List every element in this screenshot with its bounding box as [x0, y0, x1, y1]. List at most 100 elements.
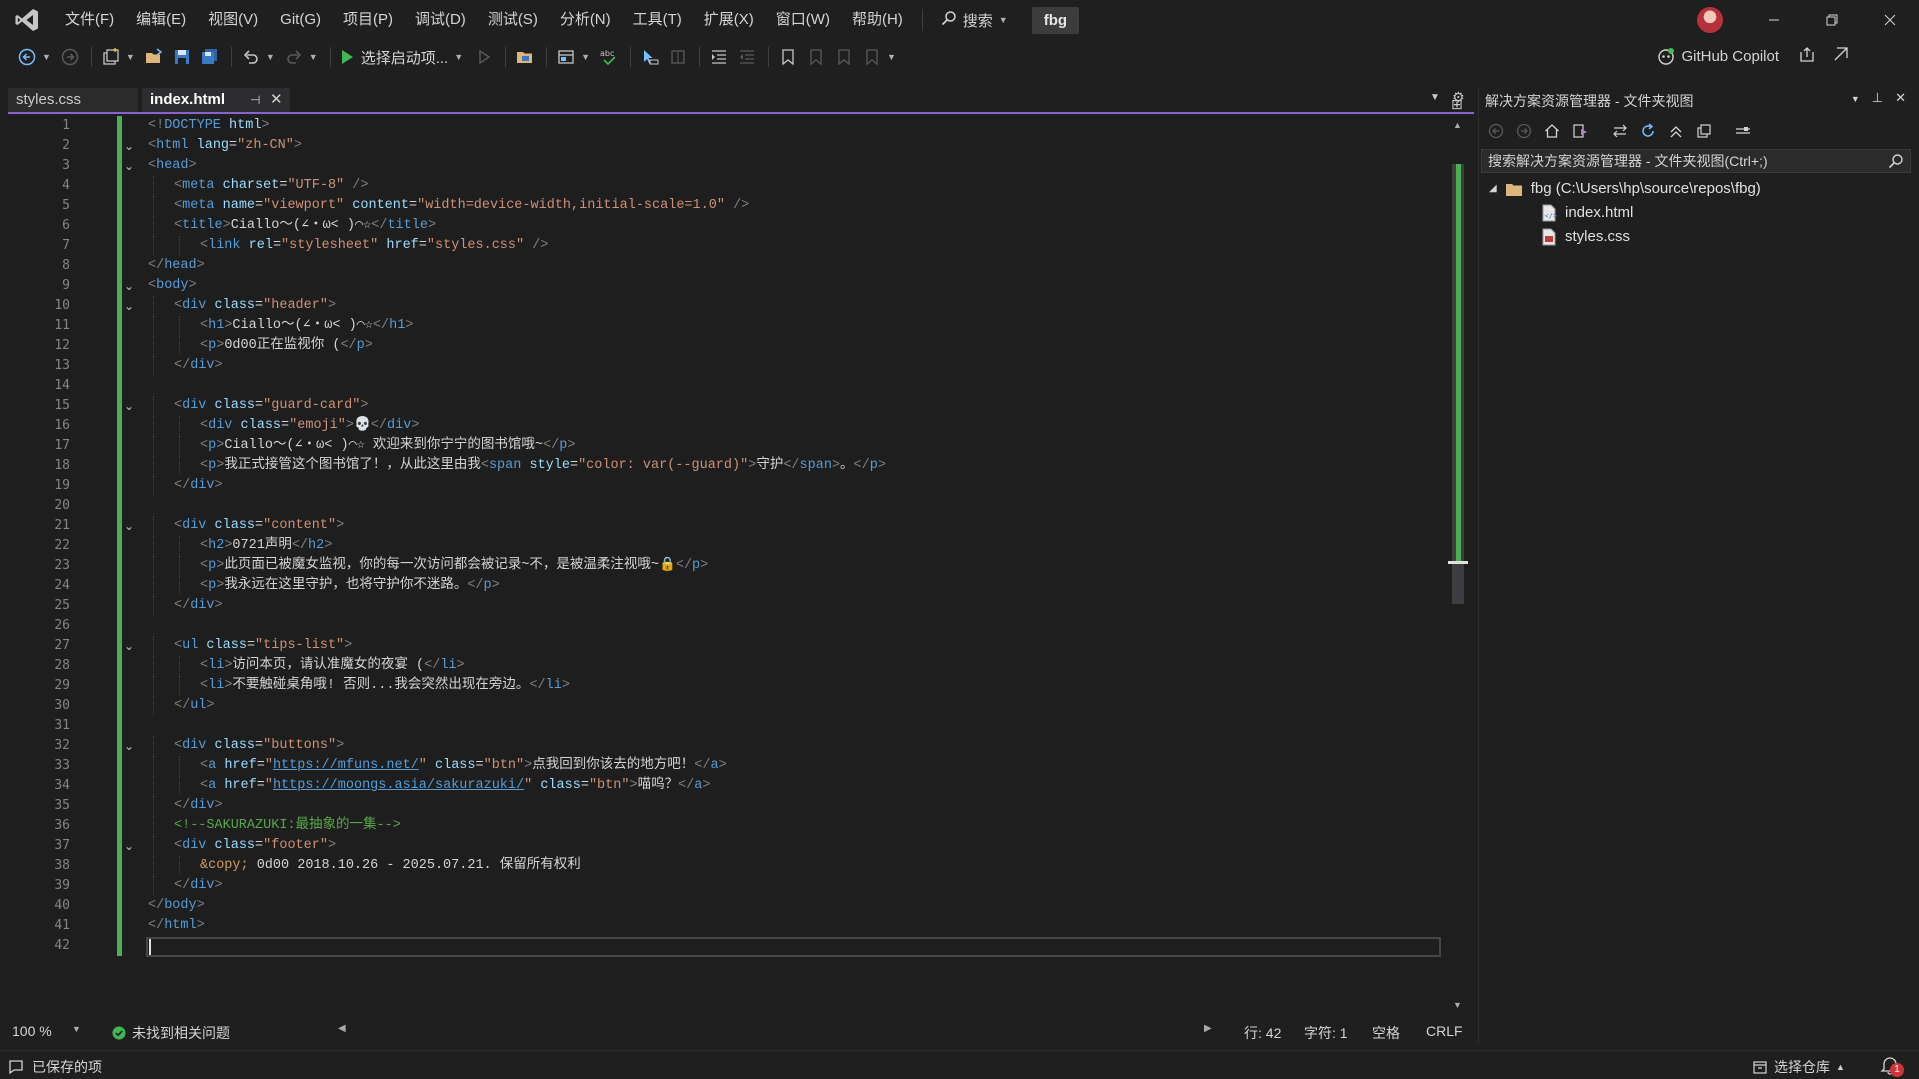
explorer-search-input[interactable]: 搜索解决方案资源管理器 - 文件夹视图(Ctrl+;)	[1481, 149, 1911, 173]
save-button[interactable]	[169, 44, 195, 70]
pin-icon[interactable]: ⊥	[1872, 90, 1883, 108]
menu-edit[interactable]: 编辑(E)	[125, 0, 197, 40]
chevron-down-icon[interactable]: ▼	[126, 52, 135, 62]
fold-chevron-icon[interactable]: ⌄	[124, 396, 134, 416]
split-editor-icon[interactable]: ⊞	[1451, 96, 1463, 113]
tab-index-html[interactable]: index.html ⊣ ✕	[142, 88, 290, 112]
code-line[interactable]: 12 <p>0d00正在监视你 (</p>	[8, 336, 1448, 356]
code-line[interactable]: 27 ⌄ <ul class="tips-list">	[8, 636, 1448, 656]
select-element-button[interactable]	[637, 44, 663, 70]
next-bookmark-button[interactable]	[831, 44, 857, 70]
code-line[interactable]: 35 </div>	[8, 796, 1448, 816]
chevron-down-icon[interactable]: ▼	[309, 52, 318, 62]
home-button[interactable]	[1541, 120, 1563, 142]
forward-button[interactable]	[1513, 120, 1535, 142]
code-line[interactable]: 11 <h1>Ciallo～(∠・ω< )⌒☆</h1>	[8, 316, 1448, 336]
fold-chevron-icon[interactable]: ⌄	[124, 296, 134, 316]
scroll-down-arrow-icon[interactable]: ▼	[1453, 1000, 1462, 1010]
code-line[interactable]: 33 <a href="https://mfuns.net/" class="bt…	[8, 756, 1448, 776]
open-file-button[interactable]	[141, 44, 167, 70]
saved-items-indicator[interactable]: 已保存的项	[8, 1057, 102, 1077]
chevron-down-icon[interactable]: ▼	[454, 52, 463, 62]
github-copilot-button[interactable]: GitHub Copilot	[1657, 46, 1849, 66]
code-line[interactable]: 2 ⌄ <html lang="zh-CN">	[8, 136, 1448, 156]
code-line[interactable]: 5 <meta name="viewport" content="width=de…	[8, 196, 1448, 216]
code-line[interactable]: 37 ⌄ <div class="footer">	[8, 836, 1448, 856]
fold-chevron-icon[interactable]: ⌄	[124, 836, 134, 856]
layout-button[interactable]	[553, 44, 579, 70]
scroll-left-arrow-icon[interactable]: ◀	[338, 1023, 346, 1034]
feedback-icon[interactable]	[1833, 46, 1849, 66]
menu-window[interactable]: 窗口(W)	[765, 0, 841, 40]
menu-project[interactable]: 项目(P)	[332, 0, 404, 40]
code-line[interactable]: 18 <p>我正式接管这个图书馆了！，从此这里由我<span style="col…	[8, 456, 1448, 476]
scroll-up-arrow-icon[interactable]: ▲	[1453, 120, 1462, 130]
code-line[interactable]: 9 ⌄ <body>	[8, 276, 1448, 296]
menu-help[interactable]: 帮助(H)	[841, 0, 914, 40]
forward-button[interactable]	[57, 44, 83, 70]
chevron-down-icon[interactable]: ▼	[1851, 90, 1860, 108]
fold-chevron-icon[interactable]: ⌄	[124, 136, 134, 156]
fold-chevron-icon[interactable]: ⌄	[124, 736, 134, 756]
code-line[interactable]: 38 &copy; 0d00 2018.10.26 - 2025.07.21. 保…	[8, 856, 1448, 876]
chevron-down-icon[interactable]: ▼	[581, 52, 590, 62]
fold-chevron-icon[interactable]: ⌄	[124, 636, 134, 656]
code-line[interactable]: 30 </ul>	[8, 696, 1448, 716]
tree-file-index-html[interactable]: </> index.html	[1541, 202, 1633, 224]
save-all-button[interactable]	[197, 44, 223, 70]
code-line[interactable]: 6 <title>Ciallo～(∠・ω< )⌒☆</title>	[8, 216, 1448, 236]
line-ending[interactable]: CRLF	[1426, 1023, 1463, 1039]
pin-icon[interactable]: ⊣	[250, 88, 260, 112]
clear-bookmarks-button[interactable]	[859, 44, 885, 70]
code-line[interactable]: 25 </div>	[8, 596, 1448, 616]
code-line[interactable]: 31	[8, 716, 1448, 736]
code-line[interactable]: 17 <p>Ciallo～(∠・ω< )⌒☆ 欢迎来到你宁宁的图书馆哦~</p>	[8, 436, 1448, 456]
code-line[interactable]: 8 </head>	[8, 256, 1448, 276]
back-button[interactable]	[14, 44, 40, 70]
code-line[interactable]: 3 ⌄ <head>	[8, 156, 1448, 176]
search-button[interactable]: 搜索 ▼	[931, 10, 1018, 31]
code-line[interactable]: 40 </body>	[8, 896, 1448, 916]
menu-analyze[interactable]: 分析(N)	[549, 0, 622, 40]
spell-check-button[interactable]: abc	[596, 44, 622, 70]
code-line[interactable]: 39 </div>	[8, 876, 1448, 896]
search-icon[interactable]	[1888, 153, 1904, 175]
visual-studio-logo-icon[interactable]	[12, 5, 42, 35]
menu-git[interactable]: Git(G)	[269, 0, 332, 40]
outdent-button[interactable]	[734, 44, 760, 70]
menu-test[interactable]: 测试(S)	[477, 0, 549, 40]
zoom-level[interactable]: 100 %	[12, 1023, 52, 1039]
start-without-debugging-button[interactable]	[471, 44, 497, 70]
close-icon[interactable]: ✕	[1895, 90, 1906, 108]
code-line[interactable]: 15 ⌄ <div class="guard-card">	[8, 396, 1448, 416]
code-line[interactable]: 16 <div class="emoji">💀</div>	[8, 416, 1448, 436]
minimize-button[interactable]	[1745, 0, 1803, 40]
undo-button[interactable]	[238, 44, 264, 70]
code-line[interactable]: 36 <!--SAKURAZUKI:最抽象的一集-->	[8, 816, 1448, 836]
start-debugging-button[interactable]: 选择启动项... ▼	[339, 47, 463, 68]
notifications-button[interactable]: 1	[1880, 1055, 1904, 1078]
properties-button[interactable]	[1733, 120, 1755, 142]
tree-file-styles-css[interactable]: styles.css	[1541, 226, 1630, 248]
code-line[interactable]: 29 <li>不要触碰桌角哦! 否则...我会突然出现在旁边。</li>	[8, 676, 1448, 696]
code-line[interactable]: 7 <link rel="stylesheet" href="styles.css…	[8, 236, 1448, 256]
code-line[interactable]: 10 ⌄ <div class="header">	[8, 296, 1448, 316]
code-line[interactable]: 4 <meta charset="UTF-8" />	[8, 176, 1448, 196]
show-all-files-button[interactable]	[1693, 120, 1715, 142]
code-line[interactable]: 26	[8, 616, 1448, 636]
inspect-button[interactable]	[665, 44, 691, 70]
code-line[interactable]: 32 ⌄ <div class="buttons">	[8, 736, 1448, 756]
fold-chevron-icon[interactable]: ⌄	[124, 276, 134, 296]
expand-triangle-icon[interactable]: ◢	[1489, 178, 1497, 200]
close-tab-icon[interactable]: ✕	[270, 88, 283, 112]
chevron-down-icon[interactable]: ▼	[72, 1024, 81, 1034]
code-line[interactable]: 19 </div>	[8, 476, 1448, 496]
collapse-all-button[interactable]	[1665, 120, 1687, 142]
chevron-down-icon[interactable]: ▼	[266, 52, 275, 62]
menu-debug[interactable]: 调试(D)	[404, 0, 477, 40]
menu-view[interactable]: 视图(V)	[197, 0, 269, 40]
issues-indicator[interactable]: 未找到相关问题	[112, 1023, 230, 1043]
indent-button[interactable]	[706, 44, 732, 70]
menu-extensions[interactable]: 扩展(X)	[693, 0, 765, 40]
refresh-button[interactable]	[1637, 120, 1659, 142]
